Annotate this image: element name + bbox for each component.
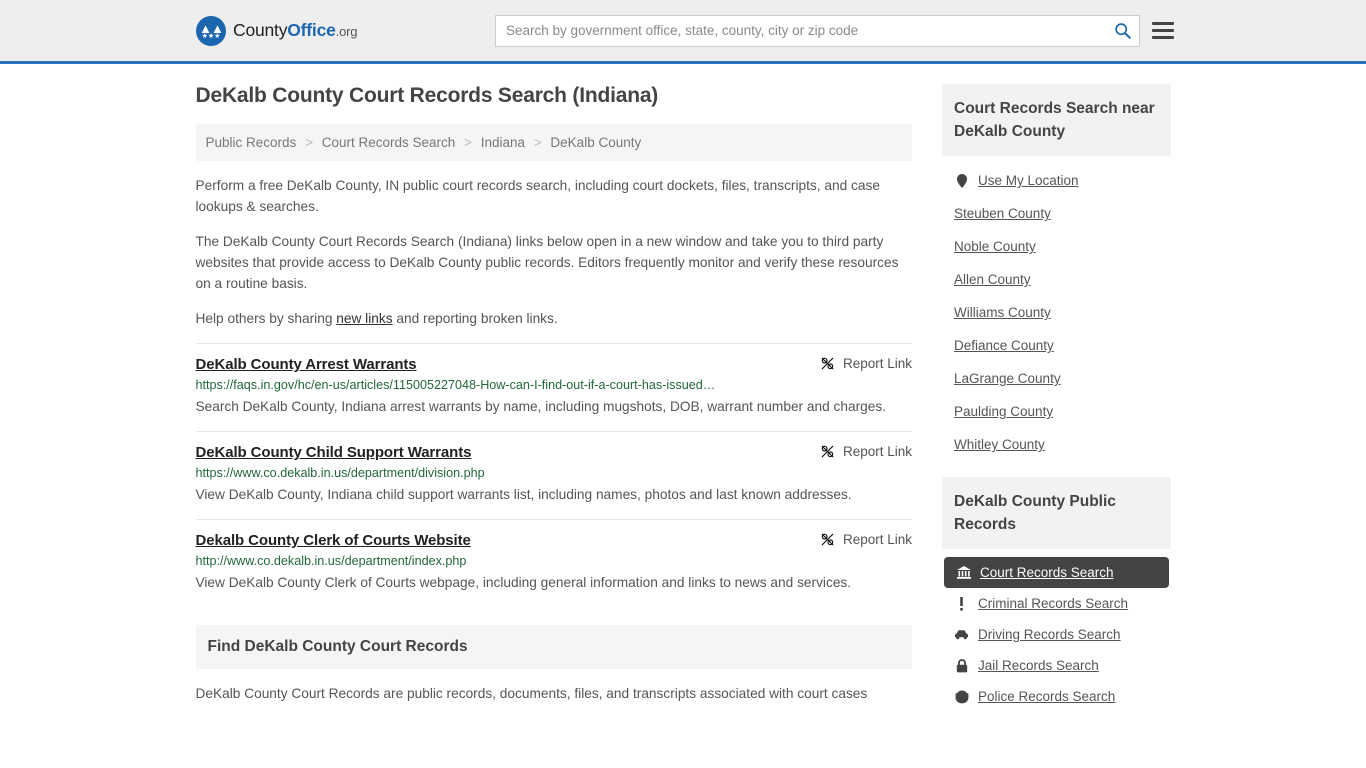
- records-panel-title: DeKalb County Public Records: [942, 477, 1171, 549]
- police-badge-icon: [954, 690, 969, 704]
- page-title: DeKalb County Court Records Search (Indi…: [195, 84, 659, 107]
- logo-text-county: County: [233, 20, 288, 40]
- sidebar-item-williams-county[interactable]: Williams County: [942, 296, 1171, 329]
- intro-paragraph-3: Help others by sharing new links and rep…: [196, 308, 913, 329]
- result-description: Search DeKalb County, Indiana arrest war…: [195, 399, 887, 414]
- search-bar: [495, 14, 1140, 47]
- broken-link-icon: [821, 357, 834, 370]
- sidebar-link-label[interactable]: Criminal Records Search: [978, 596, 1128, 611]
- sidebar-panel-spacer: [942, 461, 1171, 477]
- report-link-label: Report Link: [842, 532, 912, 547]
- logo-wordmark: CountyOffice.org: [233, 20, 357, 41]
- sidebar-link-label[interactable]: Williams County: [954, 305, 1051, 320]
- result-title-link[interactable]: Dekalb County Clerk of Courts Website: [196, 532, 471, 549]
- breadcrumb-item-public-records[interactable]: Public Records: [206, 135, 297, 150]
- result-url: https://faqs.in.gov/hc/en-us/articles/11…: [195, 378, 716, 392]
- sidebar-item-steuben-county[interactable]: Steuben County: [942, 197, 1171, 230]
- intro-paragraph-2: The DeKalb County Court Records Search (…: [195, 234, 899, 291]
- intro-text: Perform a free DeKalb County, IN public …: [196, 175, 913, 329]
- result-description: View DeKalb County, Indiana child suppor…: [195, 487, 852, 502]
- new-links-link[interactable]: new links: [336, 311, 392, 326]
- sidebar-item-whitley-county[interactable]: Whitley County: [942, 428, 1171, 461]
- sidebar-item-lagrange-county[interactable]: LaGrange County: [942, 362, 1171, 395]
- search-icon: [1114, 23, 1131, 39]
- breadcrumb-item-indiana[interactable]: Indiana: [481, 135, 525, 150]
- broken-link-icon: [821, 445, 834, 458]
- site-header: ▲▲ ★★★ CountyOffice.org: [0, 0, 1366, 64]
- exclamation-icon: [954, 596, 969, 611]
- find-records-body: DeKalb County Court Records are public r…: [195, 686, 868, 701]
- find-records-heading-band: Find DeKalb County Court Records: [195, 625, 912, 669]
- result-description: View DeKalb County Clerk of Courts webpa…: [195, 575, 852, 590]
- sidebar-link-label[interactable]: Jail Records Search: [978, 658, 1099, 673]
- sidebar-link-label[interactable]: Paulding County: [954, 404, 1053, 419]
- logo-text-office: Office: [287, 20, 336, 40]
- result-title-link[interactable]: DeKalb County Arrest Warrants: [196, 356, 417, 373]
- breadcrumb-item-court-records-search[interactable]: Court Records Search: [322, 135, 456, 150]
- report-link-button[interactable]: Report Link: [806, 356, 912, 371]
- sidebar-item-paulding-county[interactable]: Paulding County: [942, 395, 1171, 428]
- breadcrumb-separator: >: [464, 135, 472, 150]
- sidebar-item-criminal-records-search[interactable]: Criminal Records Search: [942, 588, 1171, 619]
- sidebar-link-label[interactable]: Whitley County: [954, 437, 1045, 452]
- sidebar-item-police-records-search[interactable]: Police Records Search: [942, 681, 1171, 712]
- logo-text-dotorg: .org: [335, 24, 358, 39]
- main-content: DeKalb County Court Records Search (Indi…: [195, 84, 913, 712]
- result-url: http://www.co.dekalb.in.us/department/in…: [195, 554, 467, 568]
- lock-icon: [954, 658, 969, 673]
- sidebar-link-label[interactable]: Defiance County: [954, 338, 1054, 353]
- map-pin-icon: [954, 173, 969, 188]
- sidebar-link-label[interactable]: Allen County: [954, 272, 1031, 287]
- search-input[interactable]: [496, 15, 1105, 46]
- nearby-county-list: Use My Location Steuben County Noble Cou…: [942, 156, 1171, 461]
- courthouse-icon: [956, 566, 971, 579]
- breadcrumb-item-dekalb-county[interactable]: DeKalb County: [550, 135, 641, 150]
- search-button[interactable]: [1105, 16, 1139, 46]
- sidebar-link-label[interactable]: Driving Records Search: [978, 627, 1121, 642]
- result-item: Dekalb County Clerk of Courts Website Re…: [195, 519, 912, 607]
- site-logo[interactable]: ▲▲ ★★★ CountyOffice.org: [196, 15, 357, 46]
- report-link-label: Report Link: [842, 356, 912, 371]
- sidebar-item-court-records-search[interactable]: Court Records Search: [944, 557, 1169, 588]
- public-records-list: Court Records Search Criminal Records Se…: [942, 549, 1171, 712]
- broken-link-icon: [821, 533, 834, 546]
- sidebar-item-driving-records-search[interactable]: Driving Records Search: [942, 619, 1171, 650]
- sidebar-link-label[interactable]: Steuben County: [954, 206, 1051, 221]
- result-item: DeKalb County Arrest Warrants Report Lin…: [195, 343, 912, 431]
- report-link-label: Report Link: [842, 444, 912, 459]
- sidebar-link-label[interactable]: Court Records Search: [980, 565, 1114, 580]
- nearby-panel-title: Court Records Search near DeKalb County: [942, 84, 1171, 156]
- result-url: https://www.co.dekalb.in.us/department/d…: [195, 466, 485, 480]
- sidebar-item-use-my-location[interactable]: Use My Location: [942, 164, 1171, 197]
- sidebar-item-jail-records-search[interactable]: Jail Records Search: [942, 650, 1171, 681]
- sidebar-item-allen-county[interactable]: Allen County: [942, 263, 1171, 296]
- breadcrumb-separator: >: [533, 135, 542, 150]
- sidebar-link-label[interactable]: Noble County: [954, 239, 1036, 254]
- hamburger-menu-icon[interactable]: [1152, 22, 1174, 39]
- eagle-logo-icon: ▲▲ ★★★: [196, 15, 226, 46]
- intro-p3-after: and reporting broken links.: [392, 311, 558, 326]
- sidebar-item-defiance-county[interactable]: Defiance County: [942, 329, 1171, 362]
- car-icon: [954, 629, 969, 640]
- sidebar-link-label[interactable]: Use My Location: [978, 173, 1079, 188]
- report-link-button[interactable]: Report Link: [806, 444, 912, 459]
- breadcrumb: Public Records > Court Records Search > …: [195, 124, 912, 161]
- result-title-link[interactable]: DeKalb County Child Support Warrants: [196, 444, 472, 461]
- intro-paragraph-1: Perform a free DeKalb County, IN public …: [195, 178, 880, 214]
- intro-p3-before: Help others by sharing: [195, 311, 337, 326]
- sidebar-item-noble-county[interactable]: Noble County: [942, 230, 1171, 263]
- result-item: DeKalb County Child Support Warrants Rep…: [195, 431, 912, 519]
- sidebar-link-label[interactable]: Police Records Search: [978, 689, 1115, 704]
- sidebar-link-label[interactable]: LaGrange County: [954, 371, 1061, 386]
- report-link-button[interactable]: Report Link: [806, 532, 912, 547]
- sidebar: Court Records Search near DeKalb County …: [942, 84, 1171, 712]
- find-records-heading: Find DeKalb County Court Records: [207, 638, 468, 655]
- breadcrumb-separator: >: [305, 135, 313, 150]
